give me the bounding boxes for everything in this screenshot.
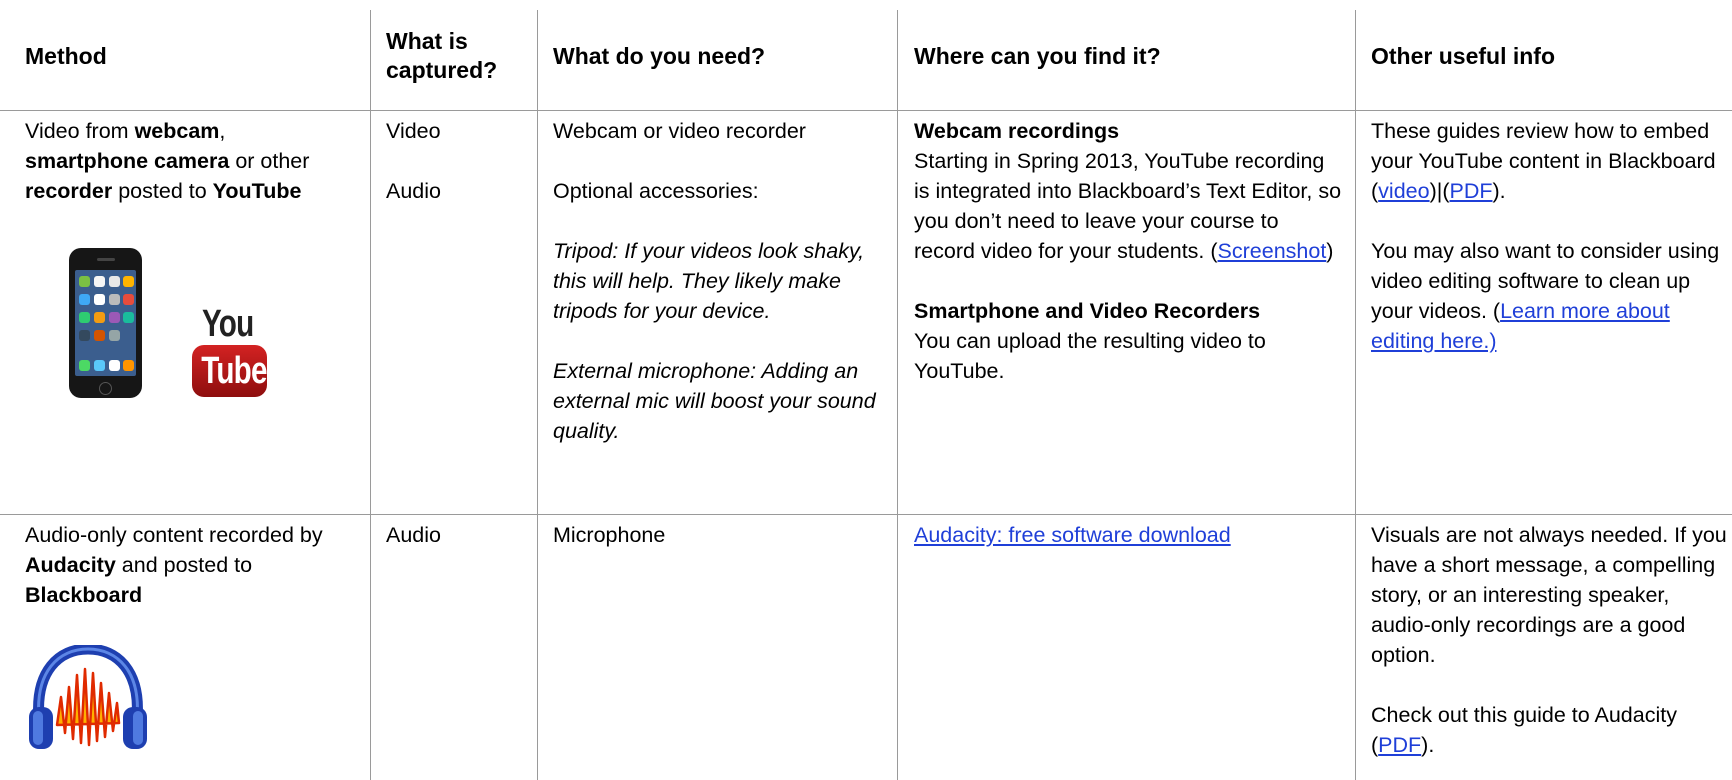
audacity-pdf-link[interactable]: PDF [1378, 733, 1421, 757]
header-info: Other useful info [1371, 42, 1555, 69]
row1-method: Video from webcam, smartphone camera or … [25, 119, 310, 203]
pdf-guide-link[interactable]: PDF [1449, 179, 1492, 203]
row1-need: Webcam or video recorder Optional access… [553, 119, 876, 443]
header-method: Method [25, 42, 107, 69]
audacity-headphones-icon [29, 645, 147, 749]
header-captured: What is captured? [386, 28, 498, 83]
row1-info: These guides review how to embed your Yo… [1371, 119, 1720, 353]
row1-where: Webcam recordings Starting in Spring 201… [914, 119, 1342, 383]
row2-captured: Audio [386, 523, 441, 547]
screenshot-link[interactable]: Screenshot [1218, 239, 1327, 263]
row2-where: Audacity: free software download [914, 520, 1344, 550]
row2-method: Audio-only content recorded by Audacity … [25, 523, 323, 607]
smartphone-icon [69, 248, 142, 398]
row2-info: Visuals are not always needed. If you ha… [1371, 523, 1727, 757]
row-divider-1 [0, 514, 1732, 515]
row2-need: Microphone [553, 523, 666, 547]
video-guide-link[interactable]: video [1378, 179, 1429, 203]
column-divider-2 [537, 10, 538, 780]
youtube-logo-you: You [202, 303, 254, 345]
youtube-logo-icon: Tube [192, 345, 267, 397]
audacity-download-link[interactable]: Audacity: free software download [914, 523, 1231, 547]
column-divider-1 [370, 10, 371, 780]
column-divider-3 [897, 10, 898, 780]
header-where: Where can you find it? [914, 42, 1161, 69]
row1-captured: Video Audio [386, 119, 441, 203]
column-divider-4 [1355, 10, 1356, 780]
header-need: What do you need? [553, 42, 766, 69]
